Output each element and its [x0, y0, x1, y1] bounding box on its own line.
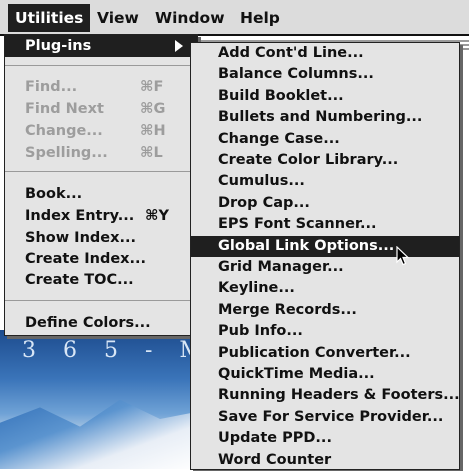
menu-item-label: Find Next: [25, 101, 104, 117]
menu-item-find-next[interactable]: Find Next ⌘G: [5, 98, 197, 120]
submenu-item-label: EPS Font Scanner...: [218, 216, 377, 233]
menu-separator: [5, 300, 197, 301]
submenu-item-label: Balance Columns...: [218, 66, 374, 83]
submenu-item-label: Running Headers & Footers...: [218, 387, 460, 404]
menu-item-label: Spelling...: [25, 145, 108, 161]
menu-separator: [5, 65, 197, 66]
menu-window[interactable]: Window: [148, 4, 232, 32]
menu-item-define-colors[interactable]: Define Colors...: [5, 312, 197, 334]
submenu-item-label: Pub Info...: [218, 323, 303, 340]
menu-item-book[interactable]: Book...: [5, 183, 197, 205]
submenu-item-label: Drop Cap...: [218, 194, 310, 211]
menu-item-label: Plug-ins: [25, 38, 92, 54]
submenu-item[interactable]: QuickTime Media...: [191, 364, 459, 385]
submenu-item[interactable]: Pub Info...: [191, 321, 459, 342]
menu-item-show-index[interactable]: Show Index...: [5, 227, 197, 249]
menu-item-shortcut: ⌘F: [140, 79, 164, 95]
menu-item-label: Create Index...: [25, 251, 147, 267]
menu-item-shortcut: ⌘H: [140, 123, 166, 139]
menu-view[interactable]: View: [90, 4, 146, 32]
submenu-item[interactable]: Drop Cap...: [191, 193, 459, 214]
menu-item-find[interactable]: Find... ⌘F: [5, 76, 197, 98]
menu-utilities[interactable]: Utilities: [8, 4, 91, 32]
submenu-item-label: Word Counter: [218, 451, 332, 468]
menu-help[interactable]: Help: [233, 4, 287, 32]
submenu-item[interactable]: Save For Service Provider...: [191, 407, 459, 428]
submenu-arrow-icon: [175, 40, 183, 52]
submenu-item-label: Cumulus...: [218, 173, 305, 190]
submenu-item[interactable]: Publication Converter...: [191, 343, 459, 364]
submenu-item-label: Keyline...: [218, 280, 295, 297]
menu-item-shortcut: ⌘L: [140, 145, 163, 161]
mouse-pointer-icon: [396, 246, 410, 266]
submenu-item[interactable]: EPS Font Scanner...: [191, 214, 459, 235]
menu-item-label: Find...: [25, 79, 78, 95]
submenu-item[interactable]: Merge Records...: [191, 300, 459, 321]
submenu-item[interactable]: Running Headers & Footers...: [191, 385, 460, 406]
submenu-item[interactable]: Grid Manager...: [191, 257, 459, 278]
menu-item-create-toc[interactable]: Create TOC...: [5, 269, 197, 291]
menu-item-index-entry[interactable]: Index Entry... ⌘Y: [5, 205, 197, 227]
menu-item-label: Book...: [25, 186, 83, 202]
utilities-menu: Plug-ins Find... ⌘F Find Next ⌘G Change.…: [4, 34, 198, 336]
submenu-item[interactable]: Build Booklet...: [191, 86, 459, 107]
submenu-item-label: Change Case...: [218, 130, 340, 147]
plug-ins-submenu: Add Cont'd Line... Balance Columns... Buil…: [190, 42, 460, 470]
submenu-item[interactable]: Bullets and Numbering...: [191, 107, 459, 128]
menu-item-create-index[interactable]: Create Index...: [5, 248, 197, 270]
menu-item-label: Define Colors...: [25, 315, 151, 331]
submenu-item[interactable]: Change Case...: [191, 129, 459, 150]
submenu-item-label: Create Color Library...: [218, 152, 399, 168]
submenu-item[interactable]: Word Counter: [191, 450, 459, 471]
submenu-item-label: QuickTime Media...: [218, 366, 375, 382]
menu-item-label: Show Index...: [25, 230, 136, 246]
submenu-item-label: Global Link Options...: [218, 237, 395, 254]
submenu-item-label: Update PPD...: [218, 430, 332, 447]
menu-separator: [5, 171, 197, 172]
menu-item-label: Index Entry...: [25, 208, 135, 224]
menu-item-label: Change...: [25, 123, 103, 139]
submenu-item[interactable]: Balance Columns...: [191, 64, 459, 85]
menu-item-plug-ins[interactable]: Plug-ins: [5, 35, 197, 57]
submenu-item-label: Publication Converter...: [218, 344, 411, 361]
menu-item-shortcut: ⌘G: [140, 101, 166, 117]
menu-bar: Utilities View Window Help: [0, 0, 469, 36]
menu-item-shortcut: ⌘Y: [145, 208, 169, 224]
submenu-item-label: Grid Manager...: [218, 259, 344, 275]
submenu-item-label: Save For Service Provider...: [218, 408, 444, 425]
submenu-item[interactable]: Add Cont'd Line...: [191, 43, 459, 64]
menu-item-label: Create TOC...: [25, 272, 134, 288]
menu-item-change[interactable]: Change... ⌘H: [5, 120, 197, 142]
submenu-item[interactable]: Keyline...: [191, 278, 459, 299]
submenu-item-label: Merge Records...: [218, 301, 357, 318]
submenu-item[interactable]: Create Color Library...: [191, 150, 459, 171]
menu-item-spelling[interactable]: Spelling... ⌘L: [5, 142, 197, 164]
submenu-item[interactable]: Cumulus...: [191, 171, 459, 192]
submenu-item-label: Add Cont'd Line...: [218, 45, 364, 61]
submenu-item[interactable]: Global Link Options...: [191, 235, 459, 257]
submenu-item-label: Bullets and Numbering...: [218, 109, 423, 126]
submenu-item[interactable]: Update PPD...: [191, 428, 459, 449]
submenu-item-label: Build Booklet...: [218, 87, 344, 104]
